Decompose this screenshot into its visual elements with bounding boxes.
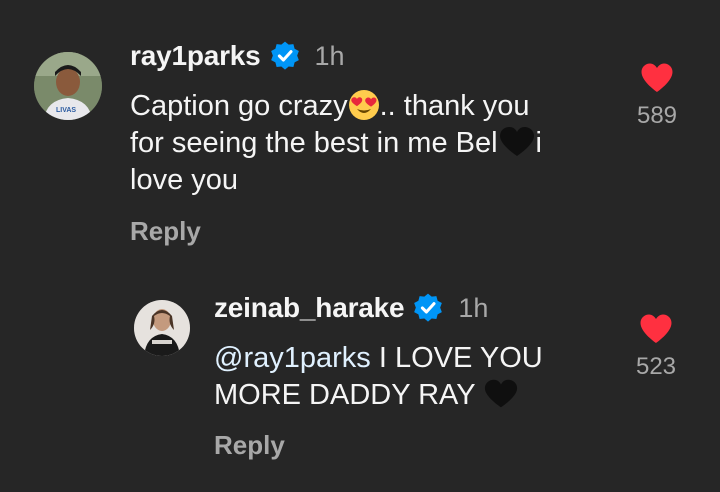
user-row: zeinab_harake 1h (214, 292, 488, 324)
like-count: 589 (636, 102, 678, 129)
comment-text-segment: love you (130, 164, 239, 196)
comment-text: @ray1parks I LOVE YOU MORE DADDY RAY (214, 340, 614, 414)
username[interactable]: ray1parks (130, 40, 261, 72)
like-button[interactable]: 523 (629, 313, 683, 381)
comment-text-segment: for seeing the best in me Bel (130, 127, 498, 159)
black-heart-emoji-icon (483, 378, 519, 410)
avatar-photo: LIVAS (34, 52, 102, 120)
reply-button[interactable]: Reply (130, 216, 201, 247)
timestamp: 1h (458, 292, 489, 323)
heart-icon (639, 313, 673, 345)
like-button[interactable]: 589 (630, 62, 684, 130)
reply-button[interactable]: Reply (214, 430, 285, 461)
svg-text:LIVAS: LIVAS (56, 107, 76, 114)
mention-link[interactable]: @ray1parks (214, 342, 371, 374)
comment-line: Caption go crazy .. thank you (130, 88, 610, 125)
avatar[interactable]: LIVAS (34, 52, 102, 120)
user-row: ray1parks 1h (130, 40, 345, 72)
comment-line: @ray1parks I LOVE YOU (214, 340, 614, 377)
timestamp: 1h (314, 40, 345, 71)
comment-line: for seeing the best in me Bel i (130, 125, 610, 162)
heart-eyes-emoji-icon (348, 89, 380, 121)
comment-text-segment: I LOVE YOU (370, 342, 543, 374)
avatar[interactable] (134, 300, 190, 356)
comment-text: Caption go crazy .. thank you for seeing… (130, 88, 610, 199)
comment-text-segment: i (535, 127, 542, 159)
comments-thread: LIVAS ray1parks 1h Caption go crazy .. t… (0, 0, 720, 492)
comment-text-segment: MORE DADDY RAY (214, 379, 484, 411)
like-count: 523 (635, 353, 677, 380)
heart-icon (640, 62, 674, 94)
avatar-photo (134, 300, 190, 356)
username[interactable]: zeinab_harake (214, 292, 405, 324)
black-heart-emoji-icon (498, 126, 536, 158)
comment-line: love you (130, 162, 610, 199)
comment-text-segment: .. thank you (379, 90, 530, 122)
verified-badge-icon (269, 40, 301, 72)
comment-line: MORE DADDY RAY (214, 377, 614, 414)
comment-text-segment: Caption go crazy (130, 90, 348, 122)
verified-badge-icon (412, 292, 444, 324)
